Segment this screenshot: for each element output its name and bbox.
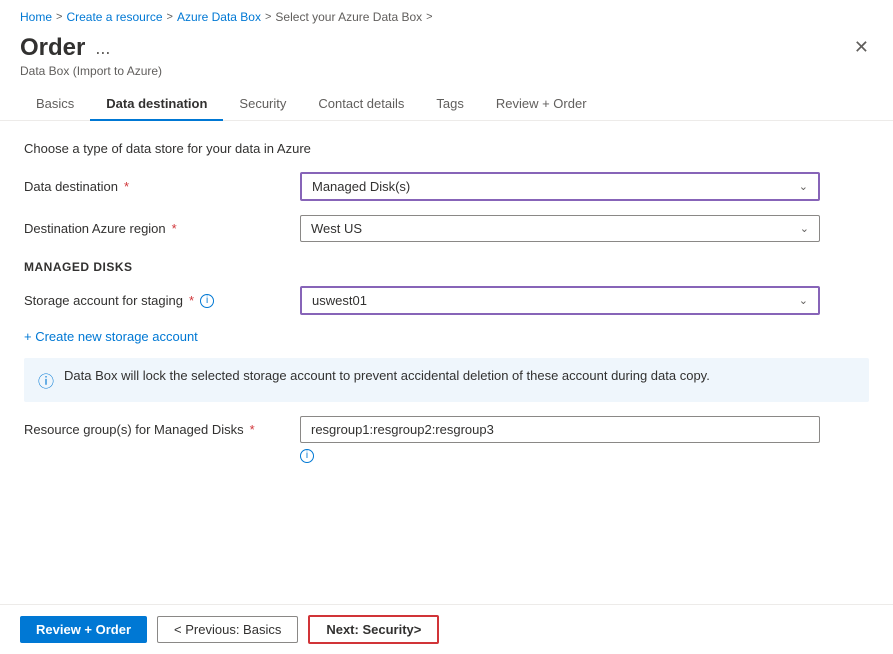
breadcrumb-create-resource[interactable]: Create a resource <box>66 10 162 24</box>
info-box-icon: ⓘ <box>38 368 54 392</box>
tab-security[interactable]: Security <box>223 88 302 121</box>
breadcrumb-sep-1: > <box>56 11 62 23</box>
previous-basics-button[interactable]: < Previous: Basics <box>157 616 298 643</box>
required-star-4: * <box>250 422 255 437</box>
breadcrumb-sep-2: > <box>167 11 173 23</box>
required-star-1: * <box>124 179 129 194</box>
destination-region-label: Destination Azure region * <box>24 221 284 236</box>
storage-account-arrow: ⌄ <box>799 294 808 307</box>
more-options-button[interactable]: ... <box>95 38 110 59</box>
data-destination-dropdown[interactable]: Managed Disk(s) ⌄ <box>300 172 820 201</box>
required-star-2: * <box>172 221 177 236</box>
tab-basics[interactable]: Basics <box>20 88 90 121</box>
destination-region-wrapper: West US ⌄ <box>300 215 820 242</box>
tab-data-destination[interactable]: Data destination <box>90 88 223 121</box>
page-container: Home > Create a resource > Azure Data Bo… <box>0 0 893 654</box>
bottom-bar: Review + Order < Previous: Basics Next: … <box>0 604 893 654</box>
destination-region-dropdown[interactable]: West US ⌄ <box>300 215 820 242</box>
page-title-block: Order ... Data Box (Import to Azure) <box>20 34 162 78</box>
data-destination-value: Managed Disk(s) <box>312 179 410 194</box>
storage-account-label: Storage account for staging * i <box>24 293 284 308</box>
tab-review-order[interactable]: Review + Order <box>480 88 603 121</box>
destination-region-value: West US <box>311 221 362 236</box>
storage-account-row: Storage account for staging * i uswest01… <box>24 286 869 315</box>
section-description: Choose a type of data store for your dat… <box>24 141 869 156</box>
data-destination-wrapper: Managed Disk(s) ⌄ <box>300 172 820 201</box>
next-security-button[interactable]: Next: Security> <box>308 615 439 644</box>
page-title-row: Order ... <box>20 34 162 62</box>
storage-account-value: uswest01 <box>312 293 367 308</box>
required-star-3: * <box>189 293 194 308</box>
tab-tags[interactable]: Tags <box>420 88 479 121</box>
breadcrumb-home[interactable]: Home <box>20 10 52 24</box>
resource-group-wrapper <box>300 416 820 443</box>
storage-account-wrapper: uswest01 ⌄ <box>300 286 820 315</box>
resource-group-info-icon[interactable]: i <box>300 449 314 463</box>
storage-account-info-icon[interactable]: i <box>200 294 214 308</box>
storage-account-dropdown[interactable]: uswest01 ⌄ <box>300 286 820 315</box>
data-destination-row: Data destination * Managed Disk(s) ⌄ <box>24 172 869 201</box>
info-box: ⓘ Data Box will lock the selected storag… <box>24 358 869 402</box>
resource-group-label: Resource group(s) for Managed Disks * <box>24 422 284 437</box>
destination-region-arrow: ⌄ <box>800 222 809 235</box>
info-box-text: Data Box will lock the selected storage … <box>64 368 710 383</box>
breadcrumb-azure-data-box[interactable]: Azure Data Box <box>177 10 261 24</box>
main-content: Choose a type of data store for your dat… <box>0 121 893 604</box>
breadcrumb-sep-3: > <box>265 11 271 23</box>
review-order-button[interactable]: Review + Order <box>20 616 147 643</box>
resource-group-input[interactable] <box>300 416 820 443</box>
tabs-bar: Basics Data destination Security Contact… <box>0 88 893 121</box>
close-button[interactable]: ✕ <box>850 34 873 60</box>
resource-group-row: Resource group(s) for Managed Disks * <box>24 416 869 443</box>
page-subtitle: Data Box (Import to Azure) <box>20 64 162 78</box>
destination-region-row: Destination Azure region * West US ⌄ <box>24 215 869 242</box>
page-title-text: Order <box>20 34 85 62</box>
page-header: Order ... Data Box (Import to Azure) ✕ <box>0 30 893 88</box>
breadcrumb-sep-4: > <box>426 11 432 23</box>
create-storage-account-link[interactable]: + Create new storage account <box>24 329 198 344</box>
resource-group-info-row: i <box>300 447 869 463</box>
breadcrumb-current: Select your Azure Data Box <box>275 10 422 24</box>
breadcrumb: Home > Create a resource > Azure Data Bo… <box>0 0 893 30</box>
managed-disks-section-header: MANAGED DISKS <box>24 260 869 274</box>
tab-contact-details[interactable]: Contact details <box>302 88 420 121</box>
data-destination-arrow: ⌄ <box>799 180 808 193</box>
data-destination-label: Data destination * <box>24 179 284 194</box>
create-storage-row: + Create new storage account <box>24 329 869 344</box>
